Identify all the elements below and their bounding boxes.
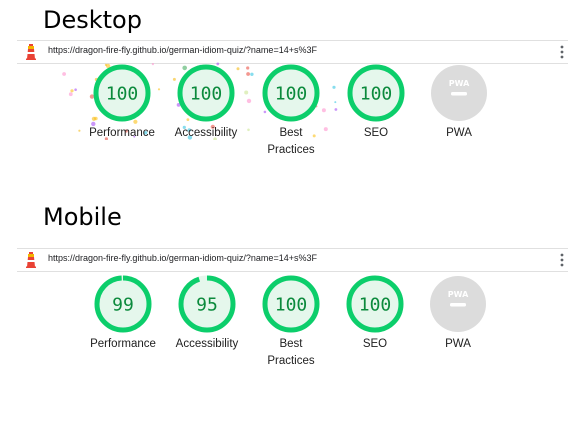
desktop-gauge-seo[interactable]: 100 SEO [331,62,421,142]
mobile-gauges: 99 Performance 95 Accessibility 100 Best… [17,273,568,383]
mobile-gauge-performance[interactable]: 99 Performance [78,273,168,353]
score-gauge-ring: 100 [346,275,404,333]
gauge-score: 100 [275,295,308,316]
score-gauge-ring: 100 [93,64,151,122]
pwa-badge-text: PWA [448,290,469,299]
gauge-score: 95 [196,295,218,316]
more-vert-icon[interactable] [559,252,565,268]
pwa-badge-icon: PWA [431,65,487,121]
desktop-gauge-performance[interactable]: 100 Performance [77,62,167,142]
pwa-badge-text: PWA [449,79,470,88]
mobile-url-bar: https://dragon-fire-fly.github.io/german… [17,248,568,272]
mobile-section-title: Mobile [43,203,122,231]
mobile-gauge-seo[interactable]: 100 SEO [330,273,420,353]
gauge-score: 100 [275,84,308,105]
desktop-url-text[interactable]: https://dragon-fire-fly.github.io/german… [48,45,317,55]
desktop-gauge-best-practices[interactable]: 100 Best Practices [246,62,336,159]
desktop-gauges: 100 Performance 100 Accessibility 100 Be… [17,62,568,172]
gauge-label: Best Practices [267,127,315,156]
mobile-gauge-accessibility[interactable]: 95 Accessibility [162,273,252,353]
score-gauge-ring: 95 [178,275,236,333]
mobile-report-panel: https://dragon-fire-fly.github.io/german… [17,248,568,378]
pwa-badge-icon: PWA [430,276,486,332]
gauge-score: 99 [112,295,134,316]
score-gauge-ring: 100 [177,64,235,122]
gauge-score: 100 [360,84,393,105]
gauge-label: SEO [362,338,388,350]
lighthouse-logo-icon [26,44,36,60]
more-vert-icon[interactable] [559,44,565,60]
gauge-score: 100 [190,84,223,105]
score-gauge-ring: 100 [262,275,320,333]
gauge-label: PWA [445,338,471,350]
gauge-label: Accessibility [175,338,239,350]
gauge-score: 100 [359,295,392,316]
gauge-label: PWA [446,127,472,139]
mobile-gauge-best-practices[interactable]: 100 Best Practices [246,273,336,370]
mobile-url-text[interactable]: https://dragon-fire-fly.github.io/german… [48,253,317,263]
desktop-url-bar: https://dragon-fire-fly.github.io/german… [17,40,568,64]
desktop-gauge-accessibility[interactable]: 100 Accessibility [161,62,251,142]
desktop-report-panel: https://dragon-fire-fly.github.io/german… [17,40,568,170]
gauge-label: Performance [90,338,156,350]
desktop-gauge-pwa[interactable]: PWA PWA [414,62,504,142]
lighthouse-logo-icon [26,252,36,268]
gauge-label: SEO [363,127,389,139]
gauge-label: Performance [89,127,155,139]
score-gauge-ring: 100 [262,64,320,122]
desktop-section-title: Desktop [43,6,142,34]
mobile-gauge-pwa[interactable]: PWA PWA [413,273,503,353]
gauge-label: Best Practices [267,338,315,367]
gauge-label: Accessibility [174,127,238,139]
score-gauge-ring: 100 [347,64,405,122]
score-gauge-ring: 99 [94,275,152,333]
gauge-score: 100 [106,84,139,105]
